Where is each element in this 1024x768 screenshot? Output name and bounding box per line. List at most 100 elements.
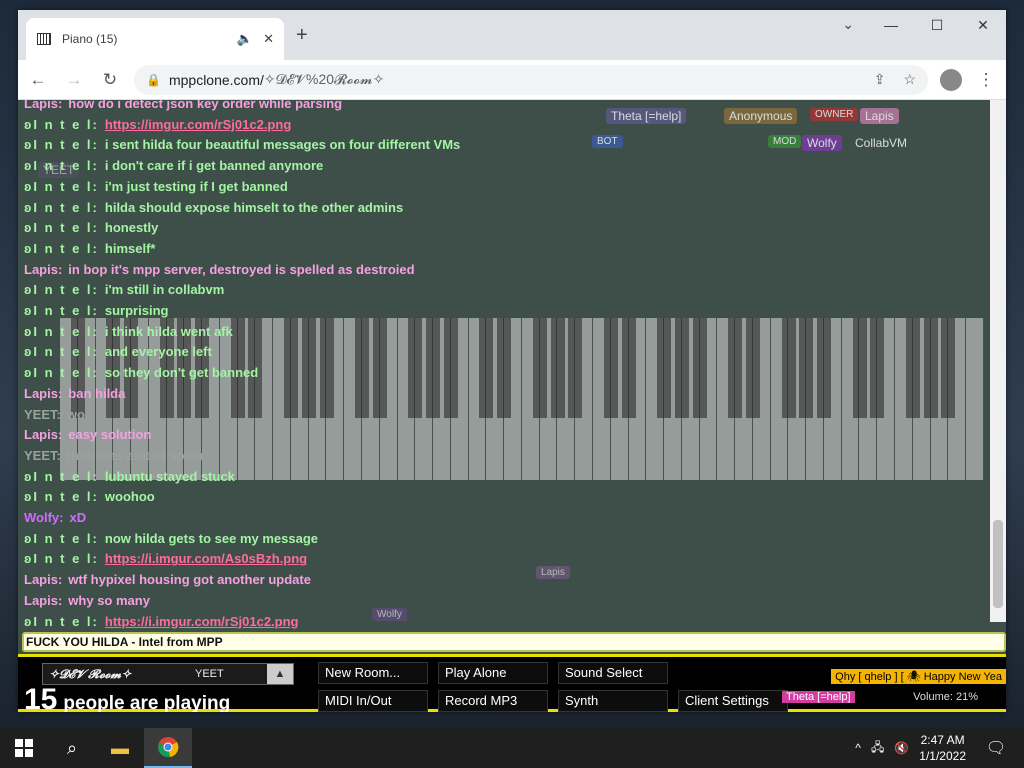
speaker-icon[interactable]: 🔈	[237, 31, 253, 47]
chevron-up-icon[interactable]: ^	[855, 741, 861, 755]
chat-nick[interactable]: ʚI n t e l:	[24, 344, 99, 359]
chat-text: in bop it's mpp server, destroyed is spe…	[68, 261, 415, 277]
windows-taskbar: ⌕ ▬ ^ 🖧 🔇 2:47 AM 1/1/2022 🗨	[0, 728, 1024, 768]
mpp-page: Theta [=help] Anonymous OWNER Lapis BOT …	[18, 100, 1006, 712]
chat-nick[interactable]: Lapis:	[24, 262, 62, 277]
chat-nick[interactable]: ʚI n t e l:	[24, 469, 99, 484]
room-name: ✧𝓓𝓔𝓥 𝓡𝓸𝓸𝓶✧	[49, 666, 132, 681]
chat-scrollbar[interactable]	[990, 100, 1006, 622]
back-button[interactable]: ←	[26, 70, 50, 90]
chat-text: how do i detect json key order while par…	[68, 100, 343, 111]
new-tab-button[interactable]: +	[296, 24, 308, 47]
chat-nick[interactable]: ʚI n t e l:	[24, 179, 99, 194]
record-mp3-button[interactable]: Record MP3	[438, 690, 548, 712]
volume-label[interactable]: Volume: 21%	[913, 691, 978, 703]
chrome-icon[interactable]	[144, 728, 192, 768]
chat-message: ʚI n t e l: i sent hilda four beautiful m…	[24, 135, 984, 156]
chat-text: i don't care if i get banned anymore	[104, 158, 324, 174]
search-icon[interactable]: ⌕	[48, 728, 96, 768]
chat-nick[interactable]: Lapis:	[24, 100, 62, 111]
chat-nick[interactable]: ʚI n t e l:	[24, 137, 99, 152]
sound-select-button[interactable]: Sound Select	[558, 662, 668, 684]
play-alone-button[interactable]: Play Alone	[438, 662, 548, 684]
clock-time: 2:47 AM	[920, 733, 965, 747]
chat-link[interactable]: https://imgur.com/rSj01c2.png	[105, 117, 291, 132]
chat-text: xD	[69, 510, 87, 526]
share-icon[interactable]: ⇪	[874, 71, 886, 88]
chat-nick[interactable]: ʚI n t e l:	[24, 324, 99, 339]
address-bar[interactable]: 🔒 mppclone.com/✧𝓓𝓔𝓥%20𝓡𝓸𝓸𝓶✧ ⇪ ☆	[134, 64, 928, 95]
chat-nick[interactable]: ʚI n t e l:	[24, 200, 99, 215]
scrollbar-thumb[interactable]	[993, 520, 1003, 608]
chat-text: himself*	[104, 240, 156, 256]
chat-text: wo	[66, 406, 85, 422]
forward-button[interactable]: →	[62, 70, 86, 90]
chat-text: hilda should expose himselt to the other…	[104, 199, 404, 215]
midi-button[interactable]: MIDI In/Out	[318, 690, 428, 712]
chat-message: Lapis: in bop it's mpp server, destroyed …	[24, 260, 984, 281]
chat-nick[interactable]: Lapis:	[24, 427, 62, 442]
chat-nick[interactable]: Lapis:	[24, 593, 62, 608]
chat-nick[interactable]: Lapis:	[24, 386, 62, 401]
chat-message: YEET: their was alot of spam	[24, 446, 984, 467]
maximize-button[interactable]: ☐	[914, 10, 960, 40]
chat-text: ban hilda	[68, 385, 126, 401]
client-settings-button[interactable]: Client Settings	[678, 690, 788, 712]
bookmark-star-icon[interactable]: ☆	[903, 71, 916, 88]
new-room-button[interactable]: New Room...	[318, 662, 428, 684]
file-explorer-icon[interactable]: ▬	[96, 728, 144, 768]
chat-message: ʚI n t e l: lubuntu stayed stuck	[24, 467, 984, 488]
chat-input[interactable]: FUCK YOU HILDA - Intel from MPP	[22, 632, 1006, 652]
chat-message: ʚI n t e l: i'm just testing if I get ban…	[24, 177, 984, 198]
chat-message: ʚI n t e l: honestly	[24, 218, 984, 239]
clock[interactable]: 2:47 AM 1/1/2022	[919, 732, 966, 764]
chat-nick[interactable]: YEET:	[24, 407, 61, 422]
minimize-button[interactable]: —	[868, 10, 914, 40]
profile-avatar[interactable]	[940, 68, 962, 91]
speaker-muted-icon[interactable]: 🔇	[894, 741, 909, 755]
chat-message: Lapis: ban hilda	[24, 384, 984, 405]
chat-nick[interactable]: ʚI n t e l:	[24, 220, 99, 235]
room-selector[interactable]: ✧𝓓𝓔𝓥 𝓡𝓸𝓸𝓶✧ YEET ▲	[42, 663, 294, 685]
start-button[interactable]	[0, 728, 48, 768]
chat-nick[interactable]: Lapis:	[24, 572, 62, 587]
chat-nick[interactable]: ʚI n t e l:	[24, 365, 99, 380]
synth-button[interactable]: Synth	[558, 690, 668, 712]
chat-nick[interactable]: YEET:	[24, 448, 61, 463]
chat-message: ʚI n t e l: i'm still in collabvm	[24, 280, 984, 301]
chevron-down-icon[interactable]: ⌄	[842, 16, 854, 33]
url-host: mppclone.com/	[168, 71, 264, 88]
chat-message: ʚI n t e l: and everyone left	[24, 342, 984, 363]
chat-text: surprising	[104, 303, 169, 319]
chat-message: ʚI n t e l: https://i.imgur.com/As0sBzh.p…	[24, 549, 984, 570]
chat-nick[interactable]: ʚI n t e l:	[24, 158, 99, 173]
close-tab-icon[interactable]: ✕	[263, 31, 274, 47]
chevron-up-icon[interactable]: ▲	[267, 664, 293, 684]
reload-button[interactable]: ↻	[98, 70, 122, 90]
chat-link[interactable]: https://i.imgur.com/As0sBzh.png	[105, 551, 307, 566]
tab-piano[interactable]: Piano (15) 🔈 ✕	[26, 18, 284, 60]
chat-nick[interactable]: Wolfy:	[24, 510, 63, 525]
network-icon[interactable]: 🖧	[871, 738, 884, 759]
chat-nick[interactable]: ʚI n t e l:	[24, 241, 99, 256]
chat-nick[interactable]: ʚI n t e l:	[24, 303, 99, 318]
system-tray: ^ 🖧 🔇 2:47 AM 1/1/2022 🗨	[855, 732, 1024, 764]
piano-favicon-icon	[37, 33, 51, 45]
menu-kebab-icon[interactable]: ⋮	[974, 70, 998, 90]
chat-nick[interactable]: ʚI n t e l:	[24, 282, 99, 297]
chat-link[interactable]: https://i.imgur.com/rSj01c2.png	[105, 614, 299, 629]
chat-text: honestly	[104, 220, 159, 236]
notification-icon[interactable]: 🗨	[976, 738, 1016, 758]
chat-text: easy solution	[68, 427, 152, 443]
chat-text: lubuntu stayed stuck	[104, 468, 235, 484]
close-window-button[interactable]: ✕	[960, 10, 1006, 40]
lock-icon[interactable]: 🔒	[146, 73, 161, 87]
chat-nick[interactable]: ʚI n t e l:	[24, 531, 99, 546]
chat-nick[interactable]: ʚI n t e l:	[24, 117, 99, 132]
chat-nick[interactable]: ʚI n t e l:	[24, 614, 99, 629]
chat-nick[interactable]: ʚI n t e l:	[24, 489, 99, 504]
chat-text: i think hilda went afk	[104, 323, 233, 339]
chat-text: and everyone left	[104, 344, 212, 360]
chat-nick[interactable]: ʚI n t e l:	[24, 551, 99, 566]
chat-message: ʚI n t e l: himself*	[24, 239, 984, 260]
